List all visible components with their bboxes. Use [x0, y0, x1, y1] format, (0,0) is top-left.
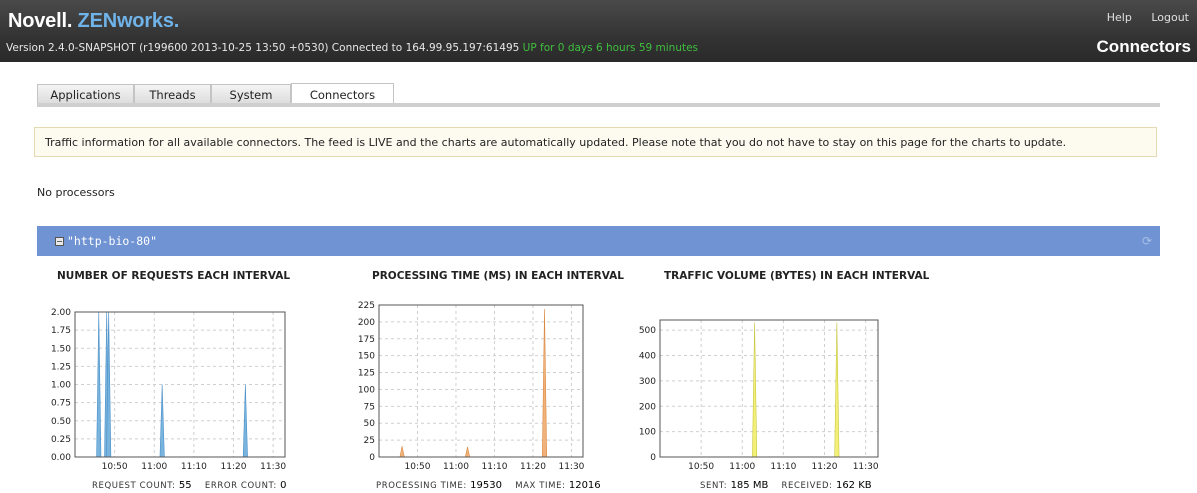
tab-bar: Applications Threads System Connectors [37, 83, 394, 105]
y-tick-label: 0.75 [51, 399, 71, 409]
max-time-label: MAX TIME: [515, 481, 566, 491]
y-tick-label: 400 [639, 352, 656, 362]
error-count-label: ERROR COUNT: [204, 481, 277, 491]
top-links: Help Logout [1091, 11, 1189, 24]
error-count-value: 0 [280, 480, 287, 491]
y-tick-label: 25 [364, 436, 375, 446]
y-tick-label: 300 [639, 377, 656, 387]
y-tick-label: 0 [650, 453, 656, 463]
sent-label: SENT: [700, 481, 728, 491]
app-header: Novell. ZENworks. Version 2.4.0-SNAPSHOT… [0, 0, 1197, 62]
y-tick-label: 1.75 [51, 326, 71, 336]
version-info: Version 2.4.0-SNAPSHOT (r199600 2013-10-… [6, 42, 698, 54]
y-tick-label: 125 [358, 369, 375, 379]
y-tick-label: 200 [358, 318, 375, 328]
received-label: RECEIVED: [781, 481, 833, 491]
x-tick-label: 11:10 [181, 462, 207, 472]
y-tick-label: 0.00 [51, 453, 71, 463]
y-tick-label: 1.00 [51, 381, 71, 391]
y-tick-label: 100 [358, 385, 375, 395]
tab-applications[interactable]: Applications [37, 84, 134, 104]
no-processors-text: No processors [37, 186, 115, 199]
brand-main: Novell. [8, 10, 73, 32]
refresh-icon[interactable]: ⟳ [1142, 234, 1152, 248]
chart-footer: SENT: 185 MB RECEIVED: 162 KB [700, 480, 872, 491]
y-tick-label: 225 [358, 301, 375, 311]
novell-zenworks-logo: Novell. ZENworks. [8, 10, 179, 33]
traffic-chart-svg: 0 100 200 300 400 500 10:50 11:00 11:10 11:20 11:3… [639, 319, 879, 472]
version-text: Version 2.4.0-SNAPSHOT (r199600 2013-10-… [6, 42, 520, 54]
x-tick-label: 11:00 [443, 462, 469, 472]
y-tick-label: 150 [358, 352, 375, 362]
collapse-toggle-icon[interactable]: − [55, 237, 64, 246]
y-tick-label: 0.25 [51, 435, 71, 445]
x-tick-label: 11:20 [812, 462, 838, 472]
x-tick-label: 11:20 [221, 462, 247, 472]
chart-title: PROCESSING TIME (MS) IN EACH INTERVAL [372, 270, 624, 282]
uptime-text: UP for 0 days 6 hours 59 minutes [522, 42, 699, 54]
x-tick-label: 10:50 [405, 462, 431, 472]
y-tick-label: 200 [639, 402, 656, 412]
chart-footer: PROCESSING TIME: 19530 MAX TIME: 12016 [376, 480, 601, 491]
processing-time-value: 19530 [470, 480, 502, 491]
y-tick-label: 0.50 [51, 417, 71, 427]
page-title: Connectors [1096, 37, 1191, 56]
y-tick-label: 50 [364, 419, 376, 429]
plot-area [659, 319, 879, 458]
x-tick-label: 11:10 [770, 462, 796, 472]
request-count-label: REQUEST COUNT: [92, 481, 176, 491]
chart-title: TRAFFIC VOLUME (BYTES) IN EACH INTERVAL [664, 270, 930, 282]
tab-system[interactable]: System [211, 84, 291, 104]
x-tick-label: 11:30 [853, 462, 879, 472]
y-tick-label: 175 [358, 335, 375, 345]
y-tick-label: 500 [639, 326, 656, 336]
tab-threads[interactable]: Threads [134, 84, 211, 104]
brand-product: ZENworks. [77, 10, 180, 32]
tab-underline [37, 103, 1160, 107]
processing-chart-svg: 0 25 50 75 100 125 150 175 200 225 10:50 11:00 11:10… [358, 301, 585, 472]
x-tick-label: 10:50 [102, 462, 128, 472]
tab-connectors[interactable]: Connectors [291, 83, 394, 105]
max-time-value: 12016 [568, 480, 601, 491]
x-tick-label: 11:20 [520, 462, 546, 472]
logout-link[interactable]: Logout [1151, 11, 1189, 24]
x-tick-label: 11:10 [482, 462, 508, 472]
y-tick-label: 1.25 [51, 362, 71, 372]
y-tick-label: 0 [369, 453, 375, 463]
x-tick-label: 11:30 [260, 462, 286, 472]
y-tick-label: 1.50 [51, 344, 71, 354]
help-link[interactable]: Help [1107, 11, 1132, 24]
request-count-value: 55 [178, 480, 192, 491]
sent-value: 185 MB [730, 480, 769, 491]
y-tick-label: 75 [364, 402, 375, 412]
y-tick-label: 100 [639, 428, 656, 438]
received-value: 162 KB [835, 480, 872, 491]
connector-header[interactable]: − "http-bio-80" ⟳ [37, 226, 1160, 256]
chart-footer: REQUEST COUNT: 55 ERROR COUNT: 0 [92, 480, 287, 491]
x-tick-label: 11:00 [729, 462, 755, 472]
y-tick-label: 2.00 [51, 308, 71, 318]
x-tick-label: 11:00 [141, 462, 167, 472]
requests-chart-svg: 0.00 0.25 0.50 0.75 1.00 1.25 1.50 1.75 2.00 10:5… [51, 308, 286, 472]
info-notice: Traffic information for all available co… [34, 127, 1157, 157]
x-tick-label: 11:30 [558, 462, 584, 472]
plot-area [378, 304, 584, 458]
processing-time-label: PROCESSING TIME: [376, 481, 467, 491]
x-tick-label: 10:50 [688, 462, 714, 472]
connector-name: "http-bio-80" [67, 234, 158, 248]
chart-title: NUMBER OF REQUESTS EACH INTERVAL [57, 270, 291, 282]
